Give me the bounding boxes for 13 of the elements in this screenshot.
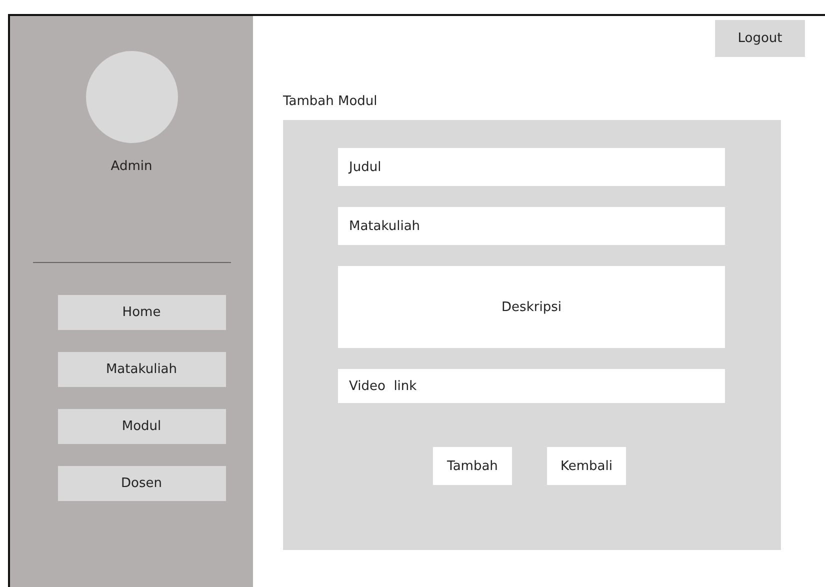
form-title: Tambah Modul: [283, 94, 378, 109]
form-button[interactable]: Tambah: [433, 447, 512, 485]
description-field[interactable]: Deskripsi: [338, 266, 725, 348]
input-field[interactable]: Judul: [338, 148, 725, 186]
form-button[interactable]: Kembali: [547, 447, 626, 485]
input-field[interactable]: Video link: [338, 369, 725, 403]
input-field[interactable]: Matakuliah: [338, 207, 725, 245]
logout-button[interactable]: Logout: [715, 20, 805, 57]
nav-button[interactable]: Home: [58, 295, 226, 330]
nav-button[interactable]: Modul: [58, 409, 226, 444]
user-name: Admin: [110, 159, 152, 174]
nav-button[interactable]: Matakuliah: [58, 352, 226, 387]
nav-button[interactable]: Dosen: [58, 466, 226, 501]
